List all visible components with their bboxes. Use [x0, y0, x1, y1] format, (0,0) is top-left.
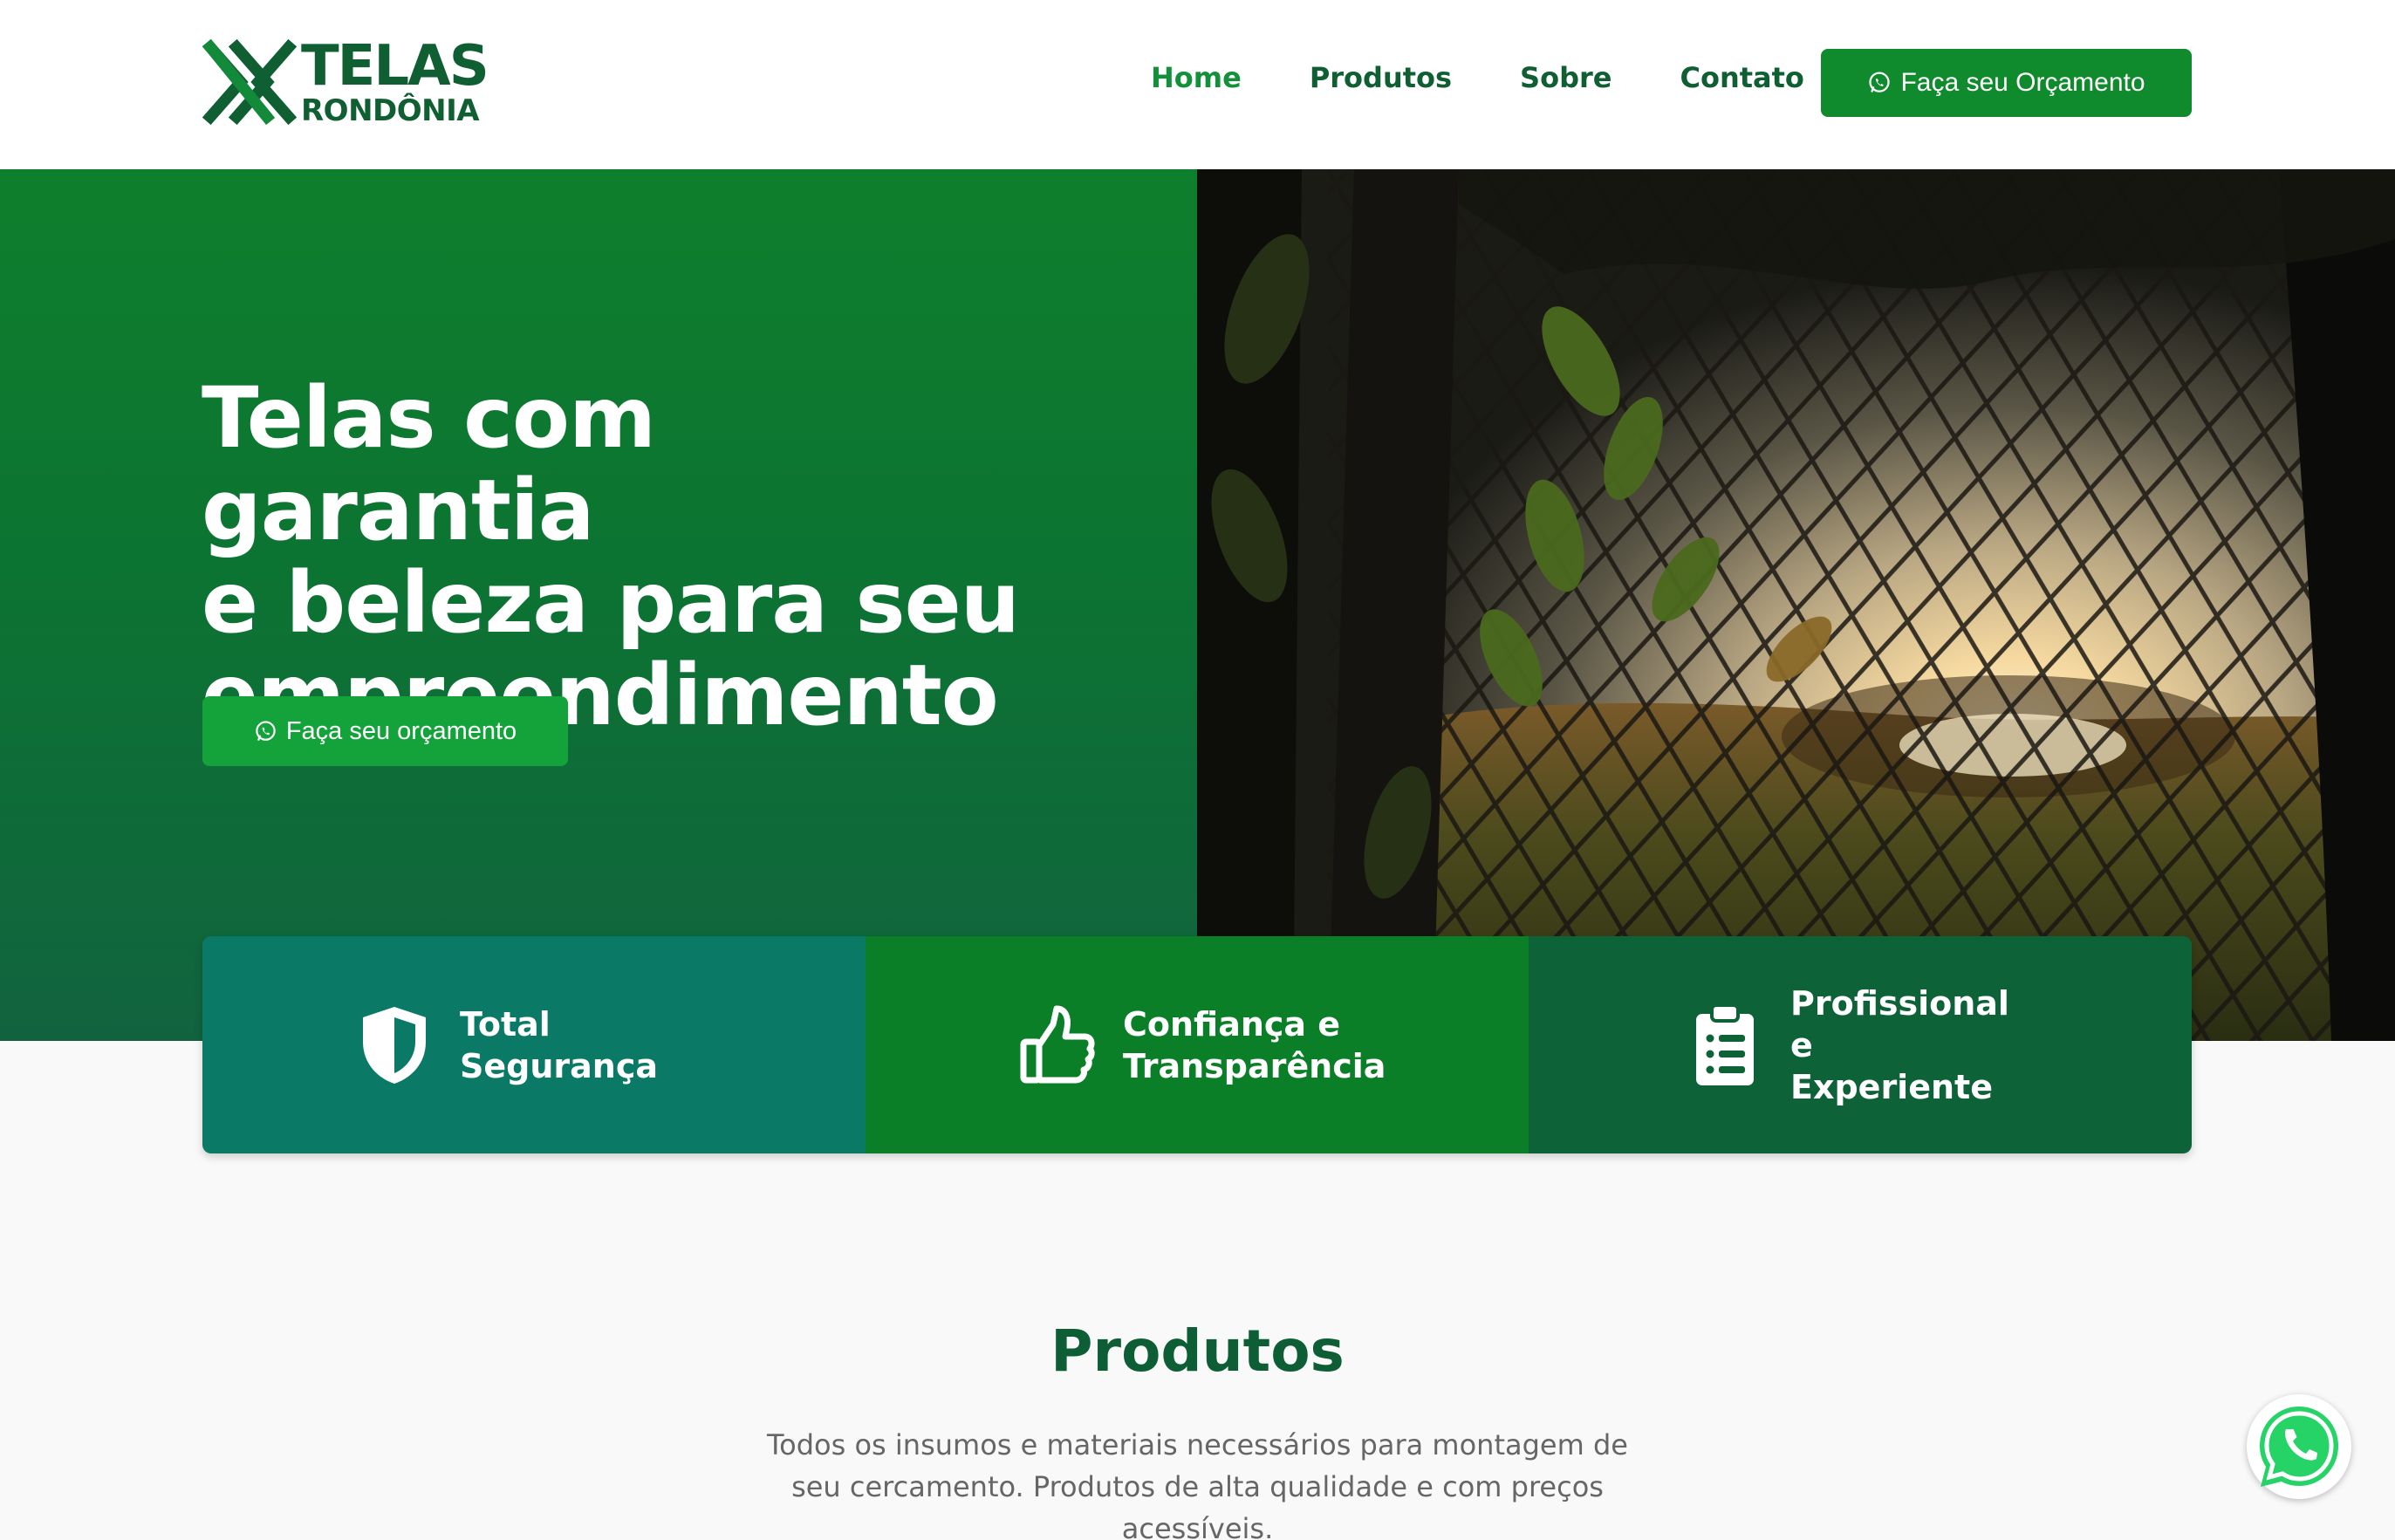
clipboard-list-icon — [1686, 1002, 1764, 1089]
nav-item-home[interactable]: Home — [1151, 61, 1242, 94]
hero-title-line-2: e beleza para seu — [202, 554, 1020, 652]
brand-logo[interactable]: TELAS RONDÔNIA — [202, 38, 489, 126]
products-heading: Produtos — [1050, 1318, 1345, 1385]
logo-mark-icon — [202, 38, 298, 126]
nav-item-contato[interactable]: Contato — [1680, 61, 1803, 94]
whatsapp-icon — [1869, 72, 1891, 92]
whatsapp-icon — [256, 720, 276, 741]
fence-sunset-image — [1197, 169, 2395, 1041]
feature-1-line-2: Segurança — [460, 1046, 658, 1085]
feature-3-line-1: Profissional e — [1790, 983, 2009, 1064]
feature-card-seguranca: Total Segurança — [202, 936, 866, 1153]
hero-title: Telas com garantia e beleza para seu emp… — [202, 372, 1074, 742]
main-nav: Home Produtos Sobre Contato — [1151, 61, 1872, 94]
feature-3-line-2: Experiente — [1790, 1067, 1993, 1106]
nav-item-produtos[interactable]: Produtos — [1310, 61, 1452, 94]
brand-title: TELAS — [301, 34, 489, 99]
whatsapp-float-button[interactable] — [2247, 1394, 2351, 1499]
hero-section: Telas com garantia e beleza para seu emp… — [0, 169, 2395, 1041]
hero-quote-button[interactable]: Faça seu orçamento — [202, 696, 568, 766]
products-description: Todos os insumos e materiais necessários… — [767, 1428, 1628, 1540]
shield-icon — [355, 1002, 434, 1089]
hero-quote-label: Faça seu orçamento — [285, 716, 517, 745]
hero-title-line-1: Telas com garantia — [202, 369, 656, 559]
feature-card-confianca: Confiança e Transparência — [866, 936, 1529, 1153]
site-header: TELAS RONDÔNIA Home Produtos Sobre Conta… — [0, 0, 2395, 169]
whatsapp-icon — [2260, 1407, 2338, 1487]
feature-2-line-2: Transparência — [1123, 1046, 1386, 1085]
hero-fence-photo — [1197, 169, 2395, 1041]
header-quote-label: Faça seu Orçamento — [1900, 68, 2145, 97]
thumbs-up-icon — [1018, 1002, 1097, 1089]
features-bar: Total Segurança Confiança e Transparênci… — [202, 936, 2192, 1153]
header-quote-button[interactable]: Faça seu Orçamento — [1821, 49, 2192, 117]
nav-item-sobre[interactable]: Sobre — [1520, 61, 1611, 94]
brand-subtitle: RONDÔNIA — [301, 93, 480, 128]
feature-2-line-1: Confiança e — [1123, 1004, 1341, 1044]
feature-1-line-1: Total — [460, 1004, 551, 1044]
feature-card-profissional: Profissional e Experiente — [1529, 936, 2192, 1153]
